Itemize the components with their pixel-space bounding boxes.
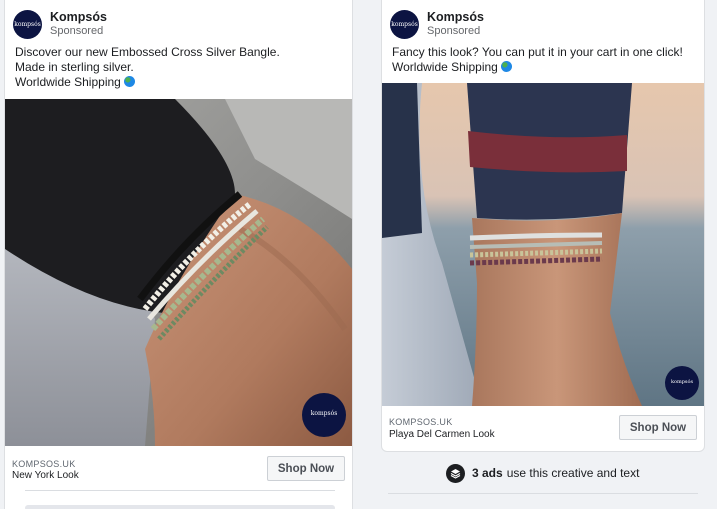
- bracelet-photo: [382, 83, 704, 406]
- bracelet-photo: [5, 99, 352, 446]
- layers-icon: [450, 468, 461, 479]
- sponsored-label: Sponsored: [50, 25, 104, 37]
- page-meta: Kompsós Sponsored: [427, 10, 484, 38]
- link-headline[interactable]: Playa Del Carmen Look: [389, 429, 495, 440]
- ad-image[interactable]: kompsós: [5, 99, 352, 446]
- ad-card-right: kompsós Kompsós Sponsored Fancy this loo…: [381, 0, 705, 452]
- body-line: Discover our new Embossed Cross Silver B…: [15, 45, 280, 59]
- logo-text: kompsós: [391, 20, 418, 28]
- page-avatar[interactable]: kompsós: [390, 9, 419, 39]
- body-line: Worldwide Shipping: [392, 60, 683, 75]
- shop-now-button[interactable]: Shop Now: [619, 415, 697, 440]
- ad-header: kompsós Kompsós Sponsored: [390, 9, 484, 39]
- page-name[interactable]: Kompsós: [427, 10, 484, 24]
- divider: [25, 490, 335, 491]
- page-name[interactable]: Kompsós: [50, 10, 107, 24]
- ad-image[interactable]: kompsós: [382, 83, 704, 406]
- ads-count-summary[interactable]: 3 ads use this creative and text: [446, 463, 639, 483]
- image-watermark: kompsós: [670, 379, 694, 385]
- body-line: Fancy this look? You can put it in your …: [392, 45, 683, 59]
- ad-header: kompsós Kompsós Sponsored: [13, 9, 107, 39]
- ad-body-text: Discover our new Embossed Cross Silver B…: [15, 45, 280, 90]
- shipping-text: Worldwide Shipping: [392, 60, 498, 74]
- ad-card-left: kompsós Kompsós Sponsored Discover our n…: [4, 0, 353, 509]
- image-watermark: kompsós: [310, 410, 338, 417]
- link-domain: KOMPSOS.UK: [12, 459, 76, 469]
- shop-now-button[interactable]: Shop Now: [267, 456, 345, 481]
- globe-icon: [123, 76, 135, 87]
- logo-text: kompsós: [14, 20, 41, 28]
- bottom-bar: [25, 505, 335, 509]
- body-line: Worldwide Shipping: [15, 75, 280, 90]
- link-headline[interactable]: New York Look: [12, 470, 79, 481]
- ads-count-text: use this creative and text: [506, 466, 640, 480]
- sponsored-label: Sponsored: [427, 25, 481, 37]
- ad-body-text: Fancy this look? You can put it in your …: [392, 45, 683, 75]
- stack-icon: [446, 463, 465, 483]
- link-domain: KOMPSOS.UK: [389, 417, 453, 427]
- page-avatar[interactable]: kompsós: [13, 9, 42, 39]
- globe-icon: [500, 61, 512, 72]
- body-line: Made in sterling silver.: [15, 60, 134, 74]
- shipping-text: Worldwide Shipping: [15, 75, 121, 89]
- divider: [388, 493, 698, 494]
- ads-count: 3 ads: [472, 466, 503, 480]
- page-meta: Kompsós Sponsored: [50, 10, 107, 38]
